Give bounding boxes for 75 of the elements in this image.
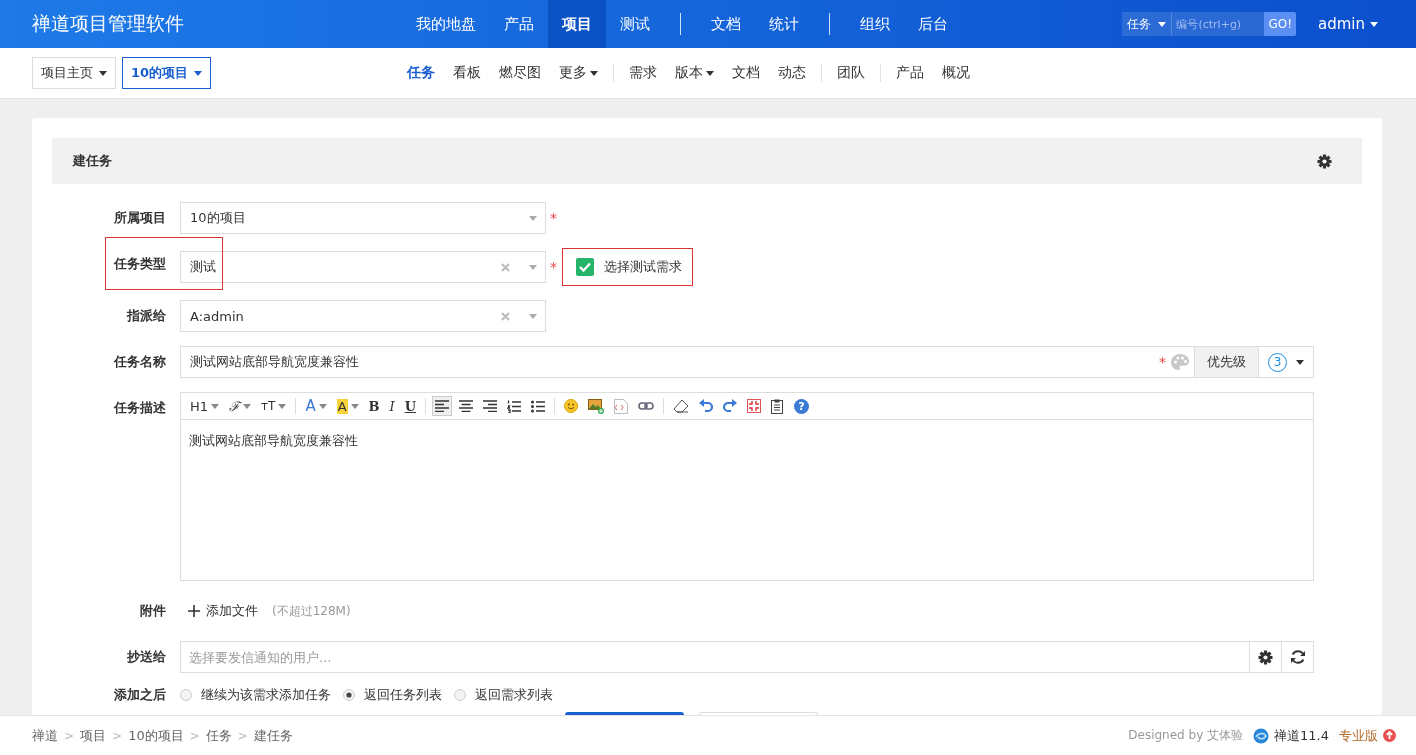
required-mark: * bbox=[1159, 354, 1166, 370]
select-field[interactable]: A:admin bbox=[180, 300, 546, 332]
nav-tab[interactable]: 项目 bbox=[548, 0, 606, 48]
nav-tab[interactable]: 产品 bbox=[490, 0, 548, 48]
edition-link[interactable]: 专业版 bbox=[1339, 726, 1396, 745]
required-mark: * bbox=[550, 259, 557, 275]
help-button[interactable]: ? bbox=[794, 398, 810, 414]
field-label: 所属项目 bbox=[113, 209, 166, 227]
checkbox-label: 选择测试需求 bbox=[604, 258, 682, 276]
nav-tab[interactable]: 后台 bbox=[904, 0, 962, 48]
text-area[interactable]: 测试网站底部导航宽度兼容性 bbox=[181, 420, 1313, 580]
search-type-dropdown[interactable]: 任务 bbox=[1122, 12, 1173, 36]
sub-tab[interactable]: 概况 bbox=[933, 64, 979, 82]
text-color-button[interactable]: A bbox=[302, 396, 330, 416]
breadcrumb-link[interactable]: 任务 bbox=[205, 726, 232, 745]
text-field[interactable]: 测试网站底部导航宽度兼容性 * bbox=[180, 346, 1195, 378]
breadcrumb-link[interactable]: 建任务 bbox=[253, 726, 293, 745]
nav-tab[interactable]: 组织 bbox=[846, 0, 904, 48]
italic-button[interactable]: I bbox=[386, 396, 398, 416]
priority-select[interactable]: 3 bbox=[1259, 346, 1314, 378]
search-field[interactable]: 编号(ctrl+g) bbox=[1172, 12, 1265, 36]
sub-tab[interactable]: 更多 bbox=[550, 64, 607, 82]
checkbox[interactable]: 选择测试需求 bbox=[562, 248, 693, 286]
priority-label: 优先级 bbox=[1195, 346, 1259, 378]
field-value: 测试网站底部导航宽度兼容性 bbox=[190, 353, 359, 371]
field-label: 任务类型 bbox=[112, 255, 166, 273]
project-crumb[interactable]: 项目主页 bbox=[32, 57, 116, 89]
project-crumb[interactable]: 10的项目 bbox=[122, 57, 212, 89]
size-hint: (不超过128M) bbox=[272, 602, 351, 620]
breadcrumb-separator: > bbox=[112, 728, 123, 743]
breadcrumb-link[interactable]: 10的项目 bbox=[128, 726, 184, 745]
paragraph: 测试网站底部导航宽度兼容性 bbox=[189, 432, 359, 450]
field-label: 指派给 bbox=[125, 307, 166, 325]
highlight-button[interactable]: A bbox=[333, 396, 362, 416]
font-size-button[interactable]: ᴛT bbox=[258, 396, 290, 416]
sub-tab[interactable]: 产品 bbox=[887, 64, 933, 82]
bold-button[interactable]: B bbox=[365, 396, 383, 416]
sub-tab[interactable]: 动态 bbox=[769, 64, 815, 82]
breadcrumb-link[interactable]: 项目 bbox=[80, 726, 107, 745]
version-link[interactable]: 禅道11.4 bbox=[1253, 726, 1329, 745]
nav-tab[interactable]: 统计 bbox=[755, 0, 813, 48]
sub-tab[interactable]: 看板 bbox=[444, 64, 490, 82]
breadcrumb-separator: > bbox=[64, 728, 75, 743]
select-field[interactable]: 测试 bbox=[180, 251, 546, 283]
field-label: 附件 bbox=[139, 602, 166, 620]
sub-tab[interactable]: 团队 bbox=[828, 64, 874, 82]
field-label: 抄送给 bbox=[126, 648, 166, 666]
sub-tab[interactable]: 文档 bbox=[723, 64, 769, 82]
font-button[interactable]: ℱ bbox=[226, 396, 255, 416]
underline-button[interactable]: U bbox=[401, 396, 420, 416]
nav-tab[interactable]: 测试 bbox=[606, 0, 664, 48]
required-mark: * bbox=[550, 210, 557, 226]
heading-button[interactable]: H1 bbox=[187, 396, 223, 416]
user-menu[interactable]: admin bbox=[1312, 14, 1384, 34]
breadcrumb-link[interactable]: 禅道 bbox=[32, 726, 58, 745]
add-file-button[interactable]: 添加文件 bbox=[180, 602, 258, 620]
breadcrumb-separator: > bbox=[189, 728, 200, 743]
radio-option[interactable]: 返回需求列表 bbox=[454, 686, 553, 704]
app-title: 禅道项目管理软件 bbox=[32, 11, 184, 36]
sub-tab[interactable]: 版本 bbox=[666, 64, 723, 82]
field-label: 任务名称 bbox=[112, 353, 166, 371]
field-label: 添加之后 bbox=[113, 686, 166, 704]
select-field[interactable]: 10的项目 bbox=[180, 202, 546, 234]
sub-tab[interactable]: 需求 bbox=[620, 64, 666, 82]
panel-title: 建任务 bbox=[73, 152, 112, 170]
sub-tab[interactable]: 燃尽图 bbox=[490, 64, 550, 82]
user-select-field[interactable]: 选择要发信通知的用户... bbox=[180, 641, 1250, 673]
designer-credit: Designed by 艾体验 bbox=[1128, 727, 1244, 744]
radio-option[interactable]: 返回任务列表 bbox=[343, 686, 442, 704]
nav-tab[interactable]: 文档 bbox=[697, 0, 755, 48]
field-label: 任务描述 bbox=[112, 399, 166, 417]
radio-option[interactable]: 继续为该需求添加任务 bbox=[180, 686, 331, 704]
breadcrumb-separator: > bbox=[237, 728, 248, 743]
sub-tab[interactable]: 任务 bbox=[398, 64, 444, 82]
nav-tab[interactable]: 我的地盘 bbox=[402, 0, 490, 48]
